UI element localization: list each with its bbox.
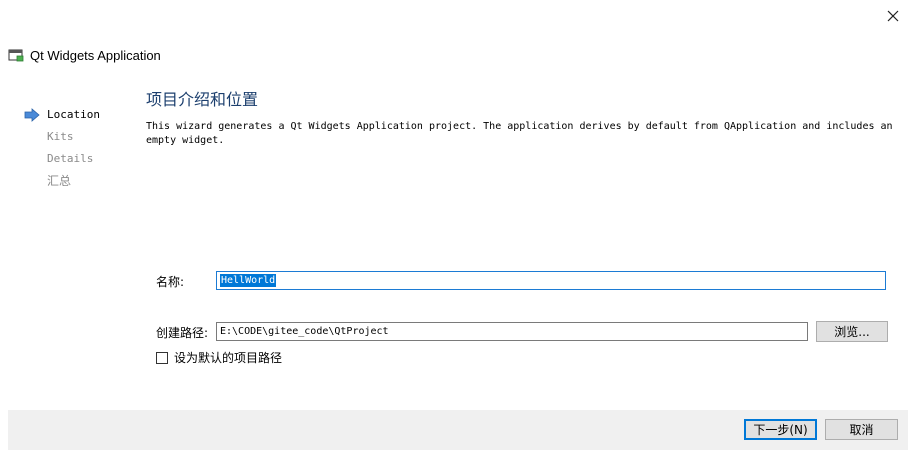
project-path-value: E:\CODE\gitee_code\QtProject	[220, 326, 389, 337]
step-kits: Kits	[24, 126, 100, 148]
close-icon	[887, 10, 899, 22]
page-description: This wizard generates a Qt Widgets Appli…	[146, 121, 893, 146]
name-label: 名称:	[156, 275, 185, 289]
project-path-input[interactable]: E:\CODE\gitee_code\QtProject	[216, 322, 808, 341]
next-button[interactable]: 下一步(N)	[744, 419, 817, 440]
step-details: Details	[24, 148, 100, 170]
window-title: Qt Widgets Application	[30, 47, 161, 63]
page-title: 项目介绍和位置	[146, 90, 259, 109]
current-step-arrow-icon	[24, 108, 40, 122]
path-label: 创建路径:	[156, 326, 209, 340]
default-path-checkbox[interactable]	[156, 351, 168, 364]
default-path-label: 设为默认的项目路径	[174, 351, 283, 365]
wizard-footer: 下一步(N) 取消	[8, 410, 908, 450]
default-path-checkbox-row[interactable]: 设为默认的项目路径	[156, 349, 282, 366]
step-summary: 汇总	[24, 170, 100, 192]
step-label: Location	[47, 108, 100, 121]
window-title-bar: Qt Widgets Application	[8, 44, 161, 66]
qt-app-icon	[8, 47, 24, 63]
wizard-steps: Location Kits Details 汇总	[24, 104, 100, 192]
step-label: Kits	[47, 130, 74, 143]
step-location: Location	[24, 104, 100, 126]
step-label: Details	[47, 152, 94, 165]
cancel-button[interactable]: 取消	[825, 419, 898, 440]
project-name-input[interactable]: HellWorld	[216, 271, 886, 290]
step-label: 汇总	[47, 174, 72, 188]
close-button[interactable]	[878, 2, 908, 30]
wizard-body: Location Kits Details 汇总 项目介绍和位置 This wi…	[8, 70, 908, 410]
browse-button[interactable]: 浏览...	[816, 321, 888, 342]
project-name-value: HellWorld	[220, 274, 277, 287]
